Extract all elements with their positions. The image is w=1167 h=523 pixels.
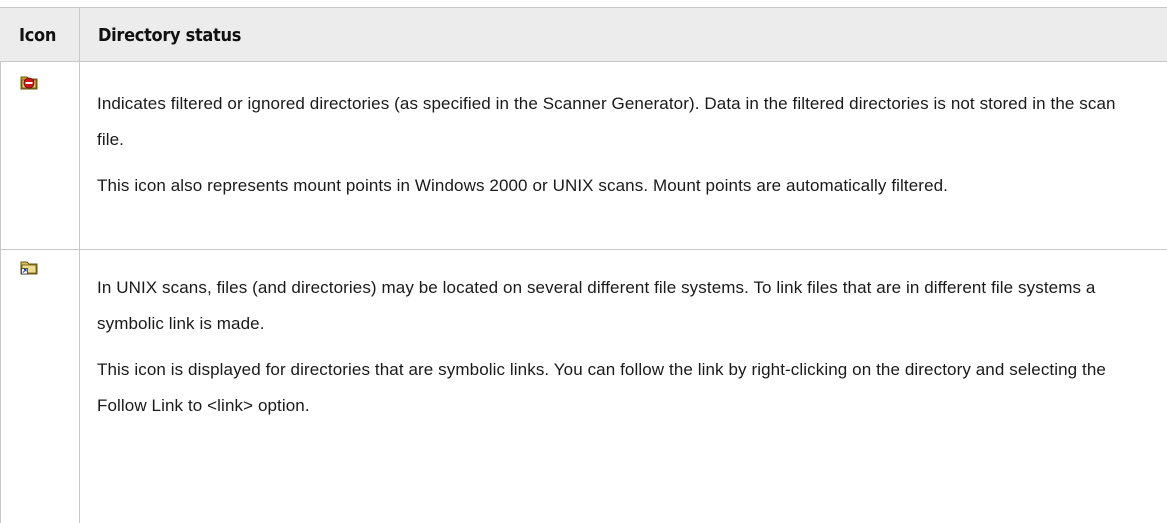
row-divider: [0, 249, 1167, 250]
row-2-paragraph-2: This icon is displayed for directories t…: [97, 360, 1106, 415]
table-header-row: Icon Directory status: [0, 7, 1167, 62]
header-icon-label: Icon: [19, 25, 57, 46]
symbolic-link-directory-icon: [20, 261, 38, 275]
column-divider: [79, 62, 80, 523]
table-left-border: [0, 62, 1, 523]
filtered-directory-icon: [20, 76, 38, 90]
row-1-paragraph-1: Indicates filtered or ignored directorie…: [97, 94, 1116, 149]
row-2-paragraph-1: In UNIX scans, files (and directories) m…: [97, 278, 1096, 333]
header-status-label: Directory status: [98, 25, 242, 46]
row-1-paragraph-2: This icon also represents mount points i…: [97, 176, 949, 195]
